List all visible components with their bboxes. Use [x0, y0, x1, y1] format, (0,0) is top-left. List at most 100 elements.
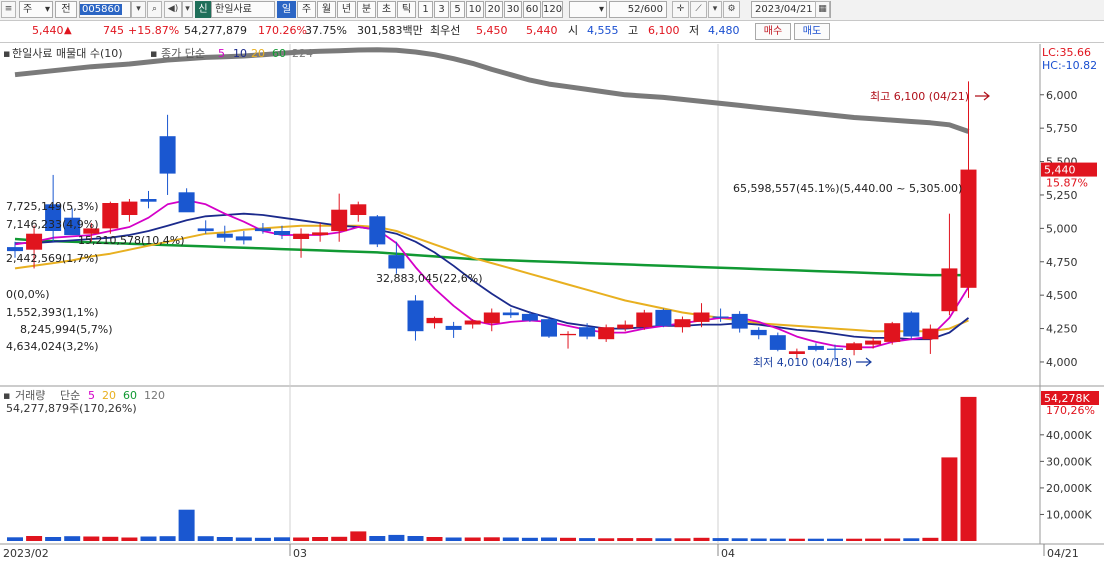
settings-icon[interactable]: ⚙: [723, 1, 740, 18]
candle-body[interactable]: [254, 228, 271, 232]
candle-body[interactable]: [560, 333, 576, 336]
volume-bar[interactable]: [502, 537, 519, 542]
volume-bar[interactable]: [140, 536, 157, 542]
period-tab[interactable]: 년: [337, 1, 356, 18]
candle-body[interactable]: [216, 233, 233, 238]
volume-bar[interactable]: [674, 538, 691, 541]
volume-bar[interactable]: [426, 537, 443, 541]
candle-body[interactable]: [731, 313, 748, 329]
volume-bar[interactable]: [560, 537, 576, 541]
candle-body[interactable]: [140, 199, 157, 202]
candle-body[interactable]: [312, 232, 329, 236]
volume-bar[interactable]: [865, 538, 882, 541]
candle-body[interactable]: [26, 233, 43, 250]
volume-bar[interactable]: [274, 537, 290, 541]
candle-body[interactable]: [541, 319, 557, 337]
volume-bar[interactable]: [197, 536, 214, 541]
volume-bar[interactable]: [903, 538, 920, 541]
candle-body[interactable]: [350, 204, 367, 215]
interval-tab[interactable]: 60: [523, 1, 541, 18]
volume-bar[interactable]: [445, 537, 462, 542]
interval-tab[interactable]: 20: [485, 1, 503, 18]
bar-count-field[interactable]: 52/600: [609, 1, 667, 18]
interval-tab[interactable]: 120: [542, 1, 563, 18]
period-tab[interactable]: 일: [277, 1, 296, 18]
candle-body[interactable]: [598, 327, 615, 340]
candle-body[interactable]: [331, 209, 348, 232]
candle-body[interactable]: [521, 313, 538, 321]
volume-bar[interactable]: [922, 537, 939, 541]
candle-body[interactable]: [579, 327, 596, 337]
range-select[interactable]: 전: [55, 1, 77, 18]
volume-bar[interactable]: [64, 536, 81, 541]
candle-body[interactable]: [426, 317, 443, 324]
speaker-icon[interactable]: ◀): [164, 1, 182, 18]
candle-body[interactable]: [388, 255, 405, 269]
volume-bar[interactable]: [884, 538, 901, 542]
candle-body[interactable]: [7, 247, 23, 252]
volume-bar[interactable]: [235, 537, 252, 542]
crosshair-icon[interactable]: ✛: [672, 1, 689, 18]
interval-tab[interactable]: 10: [466, 1, 484, 18]
period-tab[interactable]: 초: [377, 1, 396, 18]
candle-body[interactable]: [235, 236, 252, 241]
interval-custom-select[interactable]: ▾: [569, 1, 607, 18]
candle-body[interactable]: [293, 233, 310, 239]
candle-body[interactable]: [769, 335, 786, 350]
volume-bar[interactable]: [941, 457, 958, 541]
calendar-icon[interactable]: ▦: [815, 1, 830, 18]
volume-bar[interactable]: [369, 536, 386, 541]
volume-bar[interactable]: [750, 538, 767, 542]
interval-tab[interactable]: 5: [450, 1, 465, 18]
candle-body[interactable]: [750, 329, 767, 336]
candle-body[interactable]: [636, 312, 653, 328]
volume-bar[interactable]: [102, 536, 119, 541]
candle-body[interactable]: [674, 319, 691, 328]
period-tab[interactable]: 분: [357, 1, 376, 18]
candle-body[interactable]: [712, 316, 729, 318]
volume-bar[interactable]: [960, 396, 977, 541]
candle-body[interactable]: [407, 300, 424, 332]
volume-bar[interactable]: [159, 536, 176, 541]
volume-bar[interactable]: [464, 537, 481, 542]
candle-body[interactable]: [941, 268, 958, 312]
volume-bar[interactable]: [312, 537, 329, 541]
volume-bar[interactable]: [350, 531, 367, 541]
volume-bar[interactable]: [407, 536, 424, 541]
candle-body[interactable]: [865, 340, 882, 345]
volume-bar[interactable]: [7, 537, 23, 541]
speaker-dropdown-icon[interactable]: ▾: [182, 1, 193, 18]
candle-body[interactable]: [159, 136, 176, 174]
candle-body[interactable]: [922, 328, 939, 340]
volume-bar[interactable]: [45, 537, 62, 541]
candle-body[interactable]: [445, 325, 462, 330]
buy-button[interactable]: 매수: [755, 23, 791, 40]
candle-body[interactable]: [807, 345, 824, 350]
volume-bar[interactable]: [807, 538, 824, 541]
period-tab[interactable]: 월: [317, 1, 336, 18]
candle-body[interactable]: [197, 228, 214, 232]
search-icon[interactable]: ⌕: [147, 1, 162, 18]
sell-button[interactable]: 매도: [794, 23, 830, 40]
volume-bar[interactable]: [521, 537, 538, 541]
volume-bar[interactable]: [846, 538, 863, 541]
candle-body[interactable]: [788, 351, 805, 354]
candle-body[interactable]: [102, 203, 119, 229]
volume-bar[interactable]: [655, 538, 672, 541]
interval-tab[interactable]: 1: [418, 1, 433, 18]
volume-bar[interactable]: [83, 536, 100, 542]
candle-body[interactable]: [369, 216, 386, 245]
draw-tool-dropdown-icon[interactable]: ▾: [708, 1, 722, 18]
candle-body[interactable]: [846, 343, 863, 350]
candle-body[interactable]: [903, 312, 920, 337]
candle-body[interactable]: [121, 201, 138, 215]
volume-bar[interactable]: [331, 536, 348, 541]
candle-body[interactable]: [502, 312, 519, 316]
draw-tool-icon[interactable]: ⟋: [690, 1, 707, 18]
candle-body[interactable]: [617, 324, 634, 329]
period-tab[interactable]: 틱: [397, 1, 416, 18]
candle-body[interactable]: [483, 312, 500, 324]
volume-bar[interactable]: [598, 538, 615, 541]
volume-bar[interactable]: [827, 538, 843, 541]
stock-code-input[interactable]: 005860: [79, 1, 131, 18]
